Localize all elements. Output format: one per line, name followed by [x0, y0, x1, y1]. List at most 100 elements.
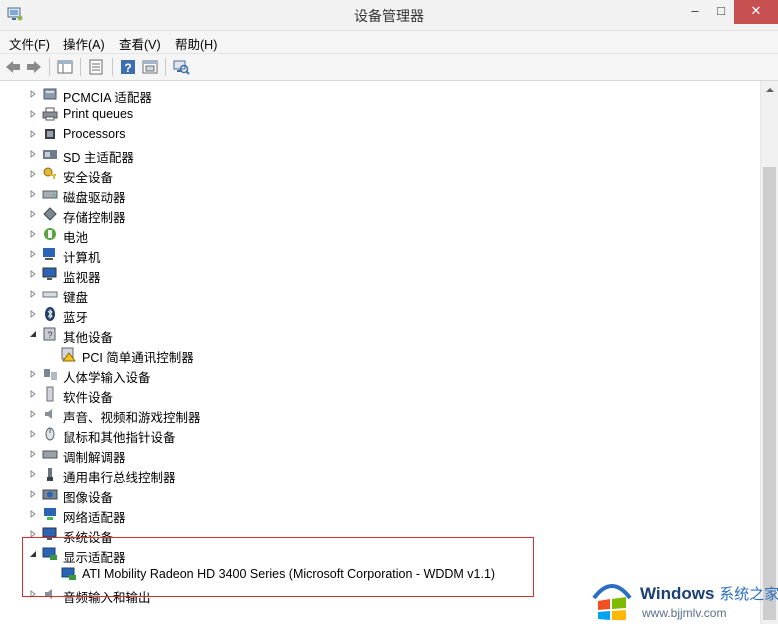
expand-arrow-icon[interactable] [29, 270, 37, 278]
minimize-button[interactable]: – [682, 0, 708, 24]
svg-text:?: ? [124, 61, 131, 75]
speaker-icon [45, 409, 52, 419]
scan-hardware-icon[interactable] [172, 58, 190, 76]
tree-category[interactable]: 键盘 [0, 284, 760, 305]
toolbar-separator [49, 58, 50, 76]
watermark-url: www.bjjmlv.com [642, 606, 727, 620]
expand-arrow-icon[interactable] [29, 290, 37, 298]
expand-arrow-icon[interactable] [29, 450, 37, 458]
storage-controller-icon [43, 207, 57, 221]
expand-arrow-icon[interactable] [29, 510, 37, 518]
maximize-button[interactable]: □ [708, 0, 734, 24]
bluetooth-icon [45, 307, 55, 321]
usb-icon [47, 468, 53, 481]
tree-category[interactable]: 声音、视频和游戏控制器 [0, 404, 760, 425]
tree-category[interactable]: 软件设备 [0, 384, 760, 405]
toolbar-separator [165, 58, 166, 76]
tree-category[interactable]: 鼠标和其他指针设备 [0, 424, 760, 445]
expand-arrow-icon[interactable] [29, 370, 37, 378]
scroll-up-icon[interactable] [765, 85, 775, 95]
help-icon[interactable]: ? [119, 58, 137, 76]
device-list-icon[interactable] [87, 58, 105, 76]
highlight-box [22, 537, 534, 597]
menu-bar: 文件(F) 操作(A) 查看(V) 帮助(H) [0, 31, 778, 54]
menu-view[interactable]: 查看(V) [119, 34, 161, 53]
expand-arrow-icon[interactable] [29, 490, 37, 498]
tree-category[interactable]: 监视器 [0, 264, 760, 285]
watermark: Windows 系统之家 www.bjjmlv.com [590, 572, 778, 624]
watermark-brand: Windows 系统之家 [640, 583, 778, 604]
software-device-icon [46, 386, 54, 402]
tree-category[interactable]: 存储控制器 [0, 204, 760, 225]
toolbar-separator [112, 58, 113, 76]
tree-category[interactable]: 人体学输入设备 [0, 364, 760, 385]
expand-arrow-icon[interactable] [29, 150, 37, 158]
expand-arrow-icon[interactable] [29, 230, 37, 238]
tree-category[interactable]: Processors [0, 124, 760, 144]
menu-help[interactable]: 帮助(H) [175, 34, 217, 53]
sd-host-icon [43, 150, 57, 159]
expand-arrow-icon[interactable] [29, 110, 37, 118]
tree-category[interactable]: 安全设备 [0, 164, 760, 185]
disk-drive-icon [42, 190, 58, 199]
tree-item-label: Processors [63, 127, 126, 141]
vertical-scrollbar[interactable] [760, 81, 778, 624]
back-icon[interactable] [4, 58, 22, 76]
tree-category[interactable]: ? 其他设备 [0, 324, 760, 345]
warning-device-icon [61, 347, 76, 362]
properties-view-icon[interactable] [56, 58, 74, 76]
expand-arrow-icon[interactable] [29, 430, 37, 438]
expand-arrow-icon[interactable] [29, 90, 37, 98]
details-view-icon[interactable] [141, 58, 159, 76]
watermark-brand-en: Windows [640, 584, 715, 603]
forward-icon[interactable] [25, 58, 43, 76]
tree-category[interactable]: 网络适配器 [0, 504, 760, 525]
expand-arrow-icon[interactable] [29, 170, 37, 178]
security-key-icon [43, 167, 56, 179]
tree-device[interactable]: PCI 简单通讯控制器 [0, 344, 760, 365]
tree-category[interactable]: 计算机 [0, 244, 760, 265]
menu-action[interactable]: 操作(A) [63, 34, 105, 53]
pcmcia-icon [43, 88, 57, 100]
expand-arrow-icon[interactable] [29, 310, 37, 318]
processor-icon [45, 129, 55, 139]
tree-category[interactable]: 电池 [0, 224, 760, 245]
title-bar: 设备管理器 – □ ✕ [0, 0, 778, 31]
menu-file[interactable]: 文件(F) [9, 34, 50, 53]
printer-icon [42, 107, 58, 121]
close-button[interactable]: ✕ [734, 0, 778, 24]
mouse-icon [45, 427, 55, 441]
tree-category[interactable]: 图像设备 [0, 484, 760, 505]
expand-arrow-icon[interactable] [29, 410, 37, 418]
tree-category[interactable]: PCMCIA 适配器 [0, 84, 760, 105]
expand-arrow-icon[interactable] [29, 390, 37, 398]
monitor-icon [42, 267, 57, 280]
expand-arrow-icon[interactable] [29, 190, 37, 198]
tree-category[interactable]: 蓝牙 [0, 304, 760, 325]
keyboard-icon [42, 291, 58, 298]
network-adapter-icon [44, 508, 56, 520]
modem-icon [42, 450, 58, 459]
scrollbar-thumb[interactable] [763, 167, 776, 620]
tree-category[interactable]: Print queues [0, 104, 760, 124]
tree-item-label: Print queues [63, 107, 134, 121]
windows-logo-icon [592, 584, 632, 620]
toolbar: ? [0, 54, 778, 81]
computer-icon [43, 248, 55, 260]
window-title: 设备管理器 [354, 8, 424, 24]
watermark-brand-cn: 系统之家 [719, 586, 778, 603]
hid-icon [44, 369, 57, 380]
battery-icon [44, 228, 56, 240]
expand-arrow-icon[interactable] [29, 130, 37, 138]
collapse-arrow-icon[interactable] [29, 330, 37, 338]
svg-text:?: ? [47, 330, 52, 340]
expand-arrow-icon[interactable] [29, 210, 37, 218]
other-devices-icon: ? [43, 327, 56, 341]
tree-category[interactable]: 磁盘驱动器 [0, 184, 760, 205]
tree-category[interactable]: 调制解调器 [0, 444, 760, 465]
expand-arrow-icon[interactable] [29, 470, 37, 478]
expand-arrow-icon[interactable] [29, 250, 37, 258]
camera-icon [42, 489, 58, 500]
tree-category[interactable]: SD 主适配器 [0, 144, 760, 165]
tree-category[interactable]: 通用串行总线控制器 [0, 464, 760, 485]
